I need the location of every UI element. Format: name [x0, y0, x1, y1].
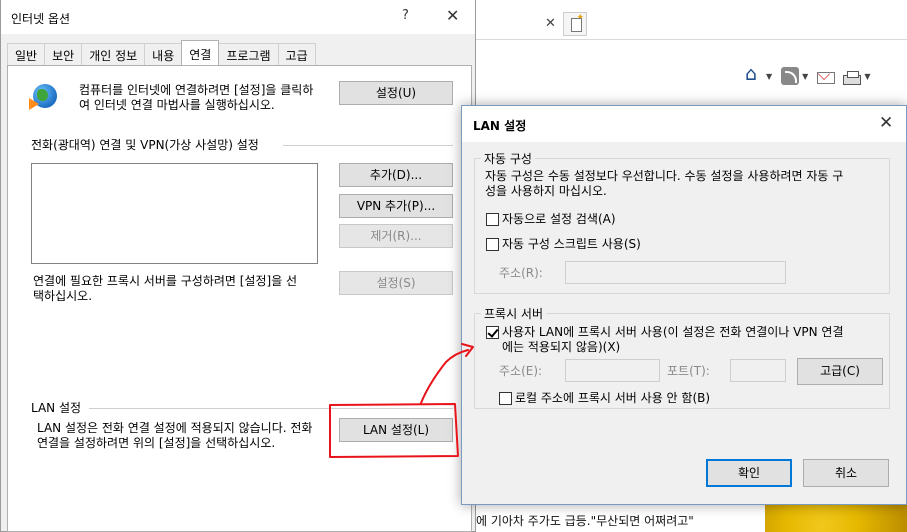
advanced-button[interactable]: 고급(C): [797, 358, 883, 385]
lan-text-line1: LAN 설정은 전화 연결 설정에 적용되지 않습니다. 전화: [37, 421, 313, 435]
internet-options-titlebar[interactable]: 인터넷 옵션 ? ✕: [1, 0, 475, 34]
tab-content[interactable]: 내용: [144, 43, 183, 65]
close-tab-icon[interactable]: ✕: [545, 16, 556, 31]
internet-options-dialog: 인터넷 옵션 ? ✕ 일반 보안 개인 정보 내용 연결 프로그램 고급 컴퓨터…: [0, 0, 476, 532]
remove-button[interactable]: 제거(R)...: [339, 224, 453, 248]
tab-security[interactable]: 보안: [44, 43, 83, 65]
setup-text-line2: 여 인터넷 연결 마법사를 실행하십시오.: [79, 98, 275, 112]
dialog-title: 인터넷 옵션: [11, 12, 71, 26]
article-headline[interactable]: 에 기아차 주가도 급등."무산되면 어쩌려고": [476, 512, 694, 529]
lan-settings-dialog: LAN 설정 ✕ 자동 구성 자동 구성은 수동 설정보다 우선합니다. 수동 …: [461, 105, 907, 505]
help-icon[interactable]: ?: [402, 8, 409, 23]
lan-group-divider: [89, 408, 453, 409]
tab-privacy[interactable]: 개인 정보: [81, 43, 146, 65]
script-address-input[interactable]: [565, 261, 786, 284]
tab-connections[interactable]: 연결: [181, 40, 220, 65]
auto-detect-checkbox[interactable]: 자동으로 설정 검색(A): [486, 212, 616, 227]
tab-strip: 일반 보안 개인 정보 내용 연결 프로그램 고급: [7, 40, 316, 65]
bypass-local-box[interactable]: [499, 392, 512, 405]
group-divider: [283, 145, 453, 146]
close-icon[interactable]: ✕: [446, 6, 459, 25]
browser-command-bar: ▼ ▼ ▼: [745, 63, 876, 88]
bypass-local-checkbox[interactable]: 로컬 주소에 프록시 서버 사용 안 함(B): [499, 391, 710, 406]
auto-detect-box[interactable]: [486, 213, 499, 226]
dialup-settings-button[interactable]: 설정(S): [339, 271, 453, 295]
auto-config-legend: 자동 구성: [481, 150, 535, 167]
auto-config-desc-line2: 성을 사용하지 마십시오.: [485, 184, 607, 198]
feeds-icon[interactable]: [781, 67, 800, 85]
auto-detect-label: 자동으로 설정 검색(A): [502, 212, 616, 226]
auto-script-label: 자동 구성 스크립트 사용(S): [502, 237, 641, 251]
lan-titlebar[interactable]: LAN 설정 ✕: [462, 106, 906, 142]
use-proxy-label: 사용자 LAN에 프록시 서버 사용(이 설정은 전화 연결이나 VPN 연결 …: [502, 325, 844, 355]
lan-group-label: LAN 설정: [31, 401, 82, 415]
globe-connect-icon: [29, 84, 59, 110]
auto-script-checkbox[interactable]: 자동 구성 스크립트 사용(S): [486, 237, 641, 252]
read-mail-icon[interactable]: [817, 72, 836, 84]
script-address-label: 주소(R):: [499, 266, 543, 280]
lan-close-icon[interactable]: ✕: [879, 113, 893, 133]
cancel-button[interactable]: 취소: [803, 459, 889, 487]
connections-listbox[interactable]: [31, 163, 318, 264]
home-dropdown-icon[interactable]: ▼: [766, 72, 772, 81]
setup-button[interactable]: 설정(U): [339, 81, 453, 105]
tab-programs[interactable]: 프로그램: [218, 43, 279, 65]
use-proxy-box[interactable]: [486, 326, 499, 339]
ok-button[interactable]: 확인: [706, 459, 792, 487]
tab-advanced[interactable]: 고급: [277, 43, 316, 65]
setup-text-line1: 컴퓨터를 인터넷에 연결하려면 [설정]을 클릭하: [79, 83, 314, 97]
lan-text-line2: 연결을 설정하려면 위의 [설정]을 선택하십시오.: [37, 436, 276, 450]
proxy-text-line1: 연결에 필요한 프록시 서버를 구성하려면 [설정]을 선: [33, 274, 298, 288]
print-dropdown-icon[interactable]: ▼: [864, 72, 870, 81]
auto-script-box[interactable]: [486, 238, 499, 251]
lan-dialog-title: LAN 설정: [473, 119, 527, 133]
dialup-group-label: 전화(광대역) 연결 및 VPN(가상 사설망) 설정: [31, 138, 259, 152]
add-button[interactable]: 추가(D)...: [339, 163, 453, 187]
use-proxy-label-line2: 에는 적용되지 않음)(X): [502, 340, 621, 354]
home-icon[interactable]: [745, 63, 763, 85]
new-tab-icon[interactable]: ✦: [563, 12, 587, 36]
port-label: 포트(T):: [667, 364, 710, 378]
port-input[interactable]: [730, 359, 786, 382]
use-proxy-checkbox[interactable]: 사용자 LAN에 프록시 서버 사용(이 설정은 전화 연결이나 VPN 연결 …: [486, 325, 844, 355]
bypass-local-label: 로컬 주소에 프록시 서버 사용 안 함(B): [515, 391, 711, 405]
proxy-address-label: 주소(E):: [499, 364, 543, 378]
proxy-text-line2: 택하십시오.: [33, 289, 93, 303]
proxy-address-input[interactable]: [565, 359, 660, 382]
tab-general[interactable]: 일반: [7, 43, 46, 65]
auto-config-desc-line1: 자동 구성은 수동 설정보다 우선합니다. 수동 설정을 사용하려면 자동 구: [485, 169, 844, 183]
proxy-server-legend: 프록시 서버: [481, 305, 547, 322]
feeds-dropdown-icon[interactable]: ▼: [802, 72, 808, 81]
add-vpn-button[interactable]: VPN 추가(P)...: [339, 194, 453, 218]
use-proxy-label-line1: 사용자 LAN에 프록시 서버 사용(이 설정은 전화 연결이나 VPN 연결: [502, 325, 844, 339]
print-icon[interactable]: [843, 71, 862, 85]
lan-settings-button[interactable]: LAN 설정(L): [339, 418, 453, 442]
